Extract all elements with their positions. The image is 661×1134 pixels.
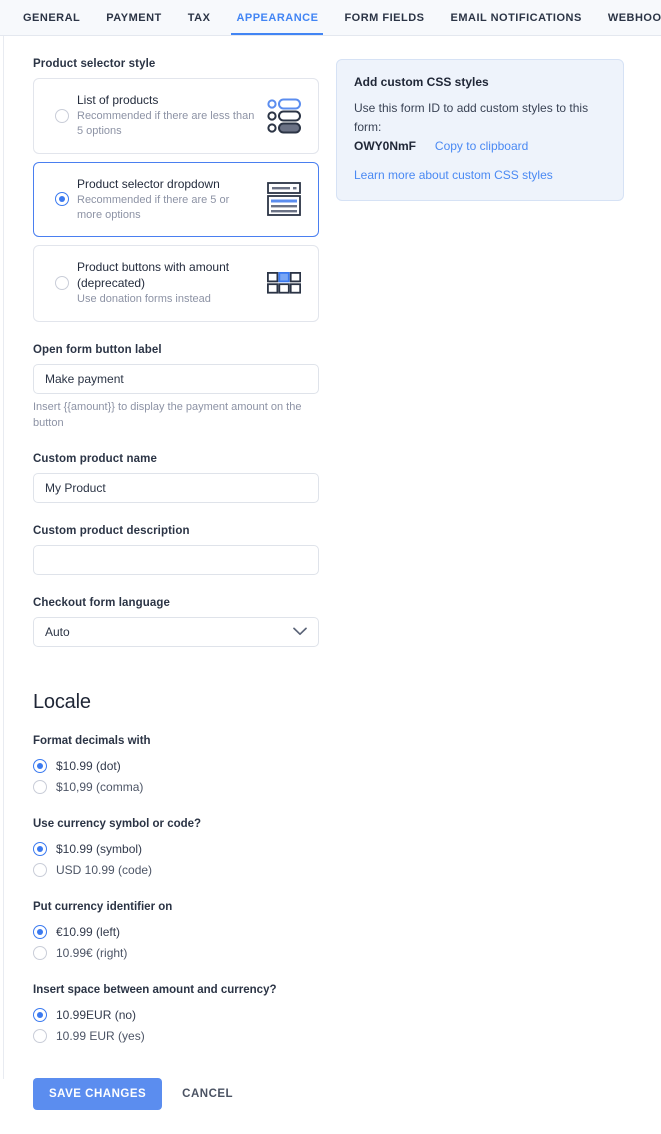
- checkout-form-language-title: Checkout form language: [33, 597, 171, 610]
- tab-label: PAYMENT: [106, 11, 162, 24]
- custom-product-name-input[interactable]: [33, 473, 319, 504]
- currency-option-symbol[interactable]: $10.99 (symbol): [33, 838, 319, 859]
- settings-page: Product selector style List of products …: [3, 36, 661, 1111]
- option-label: $10.99 (dot): [56, 758, 121, 773]
- learn-more-custom-css-link[interactable]: Learn more about custom CSS styles: [354, 168, 607, 182]
- selector-card-text: Product buttons with amount (deprecated)…: [77, 259, 264, 308]
- radio-insert-space-no[interactable]: [33, 1007, 47, 1022]
- tab-general[interactable]: GENERAL: [10, 0, 93, 35]
- tab-payment[interactable]: PAYMENT: [93, 0, 174, 35]
- radio-currency-identifier-left[interactable]: [33, 924, 47, 939]
- selector-card-product-buttons-with-amount[interactable]: Product buttons with amount (deprecated)…: [33, 245, 319, 322]
- custom-product-description-input[interactable]: [33, 545, 319, 576]
- tab-label: EMAIL NOTIFICATIONS: [450, 11, 582, 24]
- tab-bar: GENERAL PAYMENT TAX APPEARANCE FORM FIEL…: [0, 0, 661, 36]
- open-form-button-label-helper: Insert {{amount}} to display the payment…: [33, 400, 302, 429]
- insert-space-group: Insert space between amount and currency…: [33, 984, 319, 1046]
- open-form-button-label-title: Open form button label: [33, 343, 162, 356]
- radio-insert-space-yes[interactable]: [33, 1028, 47, 1043]
- insert-space-option-yes[interactable]: 10.99 EUR (yes): [33, 1025, 319, 1046]
- custom-product-description-field: Custom product description: [33, 525, 319, 576]
- selector-card-subtitle: Recommended if there are 5 or more optio…: [77, 193, 230, 221]
- cancel-button[interactable]: CANCEL: [178, 1088, 237, 1100]
- open-form-button-label-input[interactable]: [33, 363, 319, 394]
- radio-currency-symbol[interactable]: [33, 841, 47, 856]
- tab-label: WEBHOOK: [607, 11, 661, 24]
- radio-list-of-products[interactable]: [55, 108, 69, 123]
- format-decimals-option-comma[interactable]: $10,99 (comma): [33, 776, 319, 797]
- form-id-row: OWY0NmF Copy to clipboard: [354, 137, 607, 155]
- selector-card-title: Product buttons with amount (deprecated): [77, 260, 230, 291]
- option-label: $10.99 (symbol): [56, 841, 143, 856]
- tab-label: TAX: [187, 11, 211, 24]
- format-decimals-label: Format decimals with: [33, 735, 151, 748]
- locale-heading: Locale: [33, 691, 91, 714]
- tab-label: FORM FIELDS: [344, 11, 425, 24]
- radio-product-buttons-with-amount[interactable]: [55, 276, 69, 291]
- selector-card-text: Product selector dropdown Recommended if…: [77, 176, 264, 224]
- custom-css-panel-title: Add custom CSS styles: [354, 75, 489, 89]
- currency-option-code[interactable]: USD 10.99 (code): [33, 859, 319, 880]
- checkout-form-language-select-wrap: [33, 617, 319, 648]
- custom-css-panel-text: Use this form ID to add custom styles to…: [354, 101, 589, 134]
- selector-card-text: List of products Recommended if there ar…: [77, 92, 264, 140]
- button-grid-icon: [264, 272, 304, 294]
- insert-space-label: Insert space between amount and currency…: [33, 984, 277, 997]
- tab-webhook[interactable]: WEBHOOK: [595, 0, 661, 35]
- option-label: 10.99 EUR (yes): [56, 1028, 145, 1043]
- radio-product-selector-dropdown[interactable]: [55, 192, 69, 207]
- tab-form-fields[interactable]: FORM FIELDS: [331, 0, 437, 35]
- save-changes-button[interactable]: SAVE CHANGES: [33, 1078, 163, 1111]
- selector-card-title: List of products: [77, 93, 159, 107]
- selector-card-radio-wrap: [47, 192, 77, 207]
- settings-left-column: Product selector style List of products …: [33, 58, 319, 1134]
- custom-product-description-title: Custom product description: [33, 525, 190, 538]
- copy-to-clipboard-link[interactable]: Copy to clipboard: [435, 139, 528, 153]
- selector-card-radio-wrap: [47, 108, 77, 123]
- insert-space-option-no[interactable]: 10.99EUR (no): [33, 1004, 319, 1025]
- radio-format-decimals-dot[interactable]: [33, 758, 47, 773]
- currency-identifier-position-group: Put currency identifier on €10.99 (left)…: [33, 901, 319, 963]
- radio-currency-code[interactable]: [33, 862, 47, 877]
- checkout-form-language-select[interactable]: [33, 617, 319, 648]
- currency-symbol-or-code-group: Use currency symbol or code? $10.99 (sym…: [33, 818, 319, 880]
- custom-product-name-title: Custom product name: [33, 453, 157, 466]
- radio-currency-identifier-right[interactable]: [33, 945, 47, 960]
- selector-card-title: Product selector dropdown: [77, 176, 220, 191]
- custom-product-name-field: Custom product name: [33, 453, 319, 504]
- currency-identifier-option-left[interactable]: €10.99 (left): [33, 921, 319, 942]
- radio-format-decimals-comma[interactable]: [33, 779, 47, 794]
- option-label: 10.99EUR (no): [56, 1007, 137, 1022]
- custom-css-info-panel: Add custom CSS styles Use this form ID t…: [336, 59, 624, 202]
- settings-right-column: Add custom CSS styles Use this form ID t…: [336, 58, 624, 1134]
- selector-card-radio-wrap: [47, 276, 77, 291]
- tab-tax[interactable]: TAX: [175, 0, 224, 35]
- selector-card-subtitle: Use donation forms instead: [77, 293, 211, 306]
- tab-email-notifications[interactable]: EMAIL NOTIFICATIONS: [438, 0, 595, 35]
- option-label: $10,99 (comma): [56, 779, 144, 794]
- dropdown-panel-icon: [264, 182, 304, 217]
- form-id-value: OWY0NmF: [354, 139, 417, 154]
- option-label: USD 10.99 (code): [56, 862, 153, 877]
- option-label: €10.99 (left): [56, 924, 121, 939]
- list-rows-icon: [264, 98, 304, 134]
- selector-card-list-of-products[interactable]: List of products Recommended if there ar…: [33, 78, 319, 154]
- selector-card-product-selector-dropdown[interactable]: Product selector dropdown Recommended if…: [33, 161, 319, 238]
- format-decimals-option-dot[interactable]: $10.99 (dot): [33, 755, 319, 776]
- currency-symbol-or-code-label: Use currency symbol or code?: [33, 818, 202, 831]
- tab-appearance[interactable]: APPEARANCE: [223, 0, 331, 35]
- tab-label: APPEARANCE: [236, 11, 319, 24]
- format-decimals-group: Format decimals with $10.99 (dot) $10,99…: [33, 735, 319, 797]
- selector-card-subtitle: Recommended if there are less than 5 opt…: [77, 110, 255, 138]
- option-label: 10.99€ (right): [56, 945, 128, 960]
- open-form-button-label-field: Open form button label Insert {{amount}}…: [33, 344, 319, 432]
- checkout-form-language-field: Checkout form language: [33, 597, 319, 648]
- tab-label: GENERAL: [23, 11, 81, 24]
- product-selector-style-group: List of products Recommended if there ar…: [33, 78, 319, 322]
- product-selector-style-label: Product selector style: [33, 58, 156, 70]
- form-actions: SAVE CHANGES CANCEL: [33, 1078, 319, 1134]
- currency-identifier-position-label: Put currency identifier on: [33, 901, 173, 914]
- currency-identifier-option-right[interactable]: 10.99€ (right): [33, 942, 319, 963]
